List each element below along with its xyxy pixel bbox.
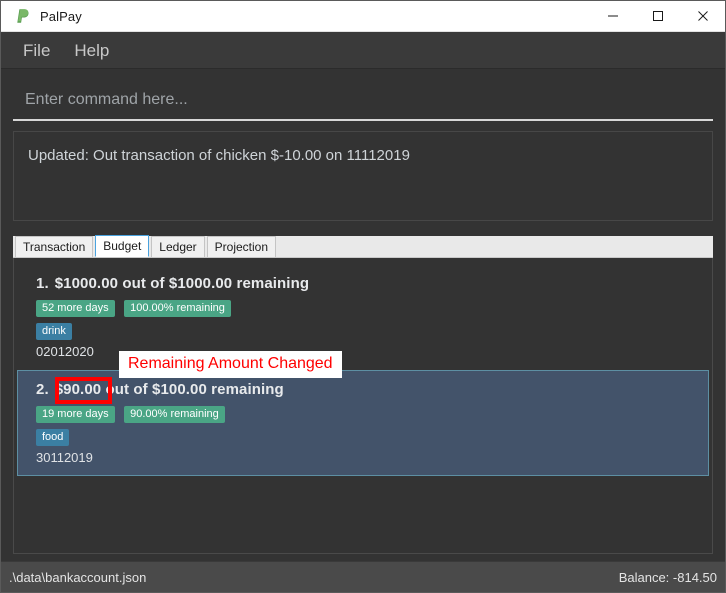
budget-item-date: 30112019 (36, 450, 93, 466)
budget-item-category-row: food (36, 427, 708, 447)
budget-item-rest: out of $100.00 remaining (105, 381, 284, 399)
tab-transaction[interactable]: Transaction (15, 236, 94, 257)
budget-item-title: 1. $1000.00 out of $1000.00 remaining (36, 275, 708, 292)
budget-list-panel[interactable]: 1. $1000.00 out of $1000.00 remaining 52 … (13, 258, 713, 554)
maximize-button[interactable] (635, 1, 680, 31)
category-tag: food (36, 429, 70, 447)
days-tag: 19 more days (36, 406, 115, 424)
days-tag: 52 more days (36, 300, 115, 318)
annotation-callout: Remaining Amount Changed (119, 351, 342, 379)
budget-item-title: 2. $90.00 out of $100.00 remaining (36, 381, 708, 398)
category-tag: drink (36, 323, 72, 341)
tab-ledger[interactable]: Ledger (151, 236, 205, 257)
menu-item-help[interactable]: Help (62, 40, 121, 61)
tab-budget[interactable]: Budget (95, 235, 150, 257)
budget-item-tag-row: 19 more days 90.00% remaining (36, 404, 708, 424)
status-bar: .\data\bankaccount.json Balance: -814.50 (1, 561, 725, 592)
command-input-wrapper (13, 81, 713, 121)
result-display-box: Updated: Out transaction of chicken $-10… (13, 131, 713, 221)
budget-item-amount: $90.00 (54, 381, 102, 399)
body-area: Updated: Out transaction of chicken $-10… (1, 69, 725, 561)
budget-item-category-row: drink (36, 321, 708, 341)
tab-strip: Transaction Budget Ledger Projection (13, 235, 713, 258)
budget-item-tag-row: 52 more days 100.00% remaining (36, 298, 708, 318)
status-balance: Balance: -814.50 (618, 569, 717, 585)
app-window: PalPay File Help Updated: Out transactio… (0, 0, 726, 593)
list-item[interactable]: 2. $90.00 out of $100.00 remaining 19 mor… (17, 370, 709, 477)
window-controls (590, 1, 725, 31)
budget-item-index: 2. (36, 381, 49, 399)
command-input[interactable] (13, 90, 713, 110)
title-bar: PalPay (1, 1, 725, 32)
window-title: PalPay (40, 8, 82, 24)
tab-projection[interactable]: Projection (206, 236, 277, 257)
percent-tag: 100.00% remaining (124, 300, 231, 318)
budget-item-amount: $1000.00 (54, 275, 119, 292)
budget-item-index: 1. (36, 275, 49, 292)
minimize-button[interactable] (590, 1, 635, 31)
menu-bar: File Help (1, 32, 725, 69)
status-file-path: .\data\bankaccount.json (9, 569, 147, 585)
menu-item-file[interactable]: File (11, 40, 62, 61)
result-message: Updated: Out transaction of chicken $-10… (28, 147, 410, 164)
palpay-logo-icon (14, 7, 32, 25)
close-button[interactable] (680, 1, 725, 31)
percent-tag: 90.00% remaining (124, 406, 225, 424)
budget-item-rest: out of $1000.00 remaining (122, 275, 310, 292)
